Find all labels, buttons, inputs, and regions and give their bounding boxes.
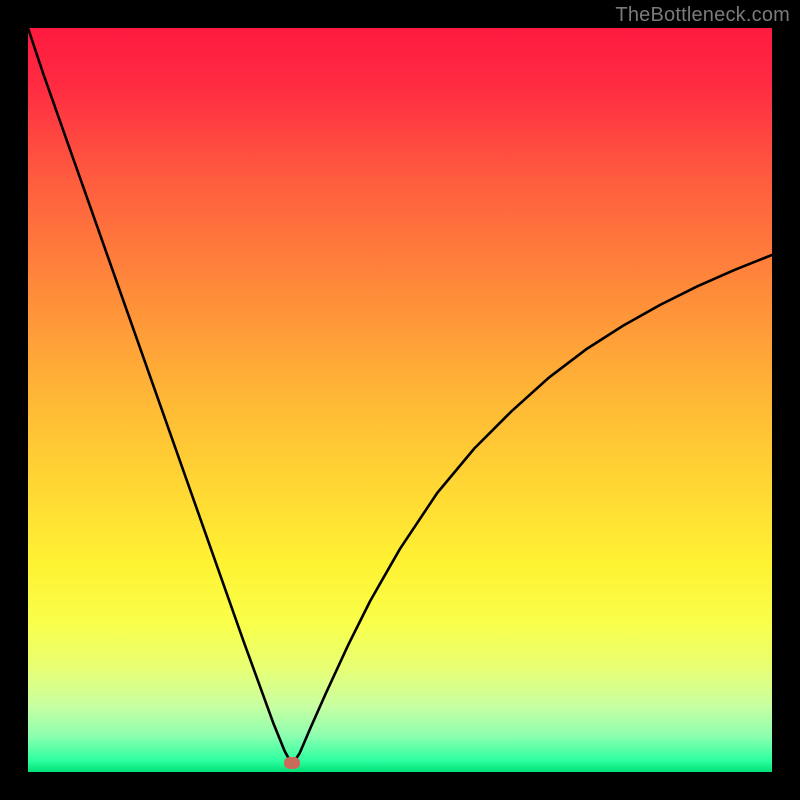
chart-frame: TheBottleneck.com [0, 0, 800, 800]
bottleneck-curve [28, 28, 772, 772]
watermark-text: TheBottleneck.com [615, 4, 790, 27]
optimal-point-marker [284, 757, 300, 769]
plot-area [28, 28, 772, 772]
